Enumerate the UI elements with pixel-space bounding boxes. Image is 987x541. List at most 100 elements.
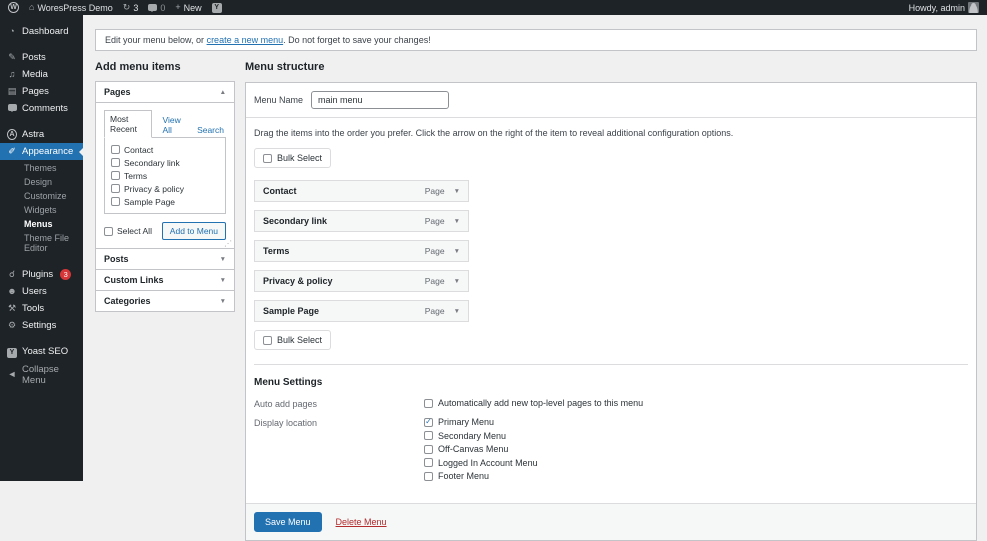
wordpress-logo-menu[interactable]: W (8, 2, 19, 13)
checkbox[interactable] (424, 458, 433, 467)
users-icon: ☻ (7, 286, 17, 296)
checkbox[interactable] (263, 335, 272, 345)
updates-menu[interactable]: ↻ 3 (123, 3, 139, 13)
yoast-adminbar-menu[interactable]: Y (211, 2, 222, 13)
location-checkbox-footer-menu[interactable]: Footer Menu (424, 471, 538, 481)
auto-add-pages-checkbox[interactable]: Automatically add new top-level pages to… (424, 398, 643, 408)
home-icon: ⌂ (29, 2, 35, 12)
media-icon: ♫ (8, 69, 16, 79)
location-checkbox-primary-menu[interactable]: Primary Menu (424, 417, 538, 427)
chevron-down-icon: ▼ (219, 255, 226, 263)
checkbox[interactable] (111, 171, 120, 180)
settings-icon: ⚙ (7, 320, 17, 330)
submenu-item-design[interactable]: Design (0, 175, 83, 189)
sidebar-item-plugins[interactable]: ☌ Plugins 3 (0, 266, 83, 283)
expand-item-icon[interactable]: ▼ (454, 218, 460, 225)
sidebar-item-posts[interactable]: ✎ Posts (0, 49, 83, 66)
checkbox[interactable] (424, 431, 433, 440)
sidebar-item-tools[interactable]: ⚒ Tools (0, 300, 83, 317)
tab-search[interactable]: Search (195, 122, 226, 138)
menu-items-list: Contact Page ▼ Secondary link Page ▼ Ter… (254, 180, 968, 322)
sidebar-item-settings[interactable]: ⚙ Settings (0, 317, 83, 334)
submenu-item-themes[interactable]: Themes (0, 161, 83, 175)
add-menu-items-column: Add menu items Pages ▲ Most Recent View … (95, 55, 235, 541)
submenu-item-menus[interactable]: Menus (0, 217, 83, 231)
collapse-icon: ◄ (7, 369, 17, 379)
select-all-checkbox[interactable]: Select All (104, 225, 152, 238)
page-checkbox-secondary-link[interactable]: Secondary link (111, 156, 219, 169)
location-checkbox-secondary-menu[interactable]: Secondary Menu (424, 431, 538, 441)
page-checkbox-contact[interactable]: Contact (111, 143, 219, 156)
menu-item-privacy-policy[interactable]: Privacy & policy Page ▼ (254, 270, 469, 292)
chevron-down-icon: ▼ (219, 276, 226, 284)
yoast-icon: Y (211, 2, 222, 13)
comments-menu[interactable]: 0 (148, 3, 165, 13)
new-content-menu[interactable]: + New (175, 3, 201, 13)
site-name-menu[interactable]: ⌂ WoresPress Demo (29, 3, 113, 13)
comments-icon (7, 103, 17, 114)
updates-icon: ↻ (122, 2, 131, 12)
accordion-custom-links[interactable]: Custom Links ▼ (95, 269, 235, 291)
add-to-menu-button[interactable]: Add to Menu (161, 222, 226, 240)
appearance-submenu: Themes Design Customize Widgets Menus Th… (0, 160, 83, 257)
location-checkbox-logged-in-account-menu[interactable]: Logged In Account Menu (424, 458, 538, 468)
tab-most-recent[interactable]: Most Recent (104, 110, 153, 138)
tab-view-all[interactable]: View All (160, 112, 187, 138)
page-checkbox-sample-page[interactable]: Sample Page (111, 195, 219, 208)
resize-grip[interactable]: ⋰ (224, 240, 232, 248)
expand-item-icon[interactable]: ▼ (454, 188, 460, 195)
accordion-posts[interactable]: Posts ▼ (95, 248, 235, 270)
checkbox[interactable] (424, 471, 433, 481)
chevron-up-icon: ▲ (219, 88, 226, 96)
save-menu-button[interactable]: Save Menu (254, 512, 322, 532)
bulk-select-bottom[interactable]: Bulk Select (254, 330, 332, 350)
sidebar-item-astra[interactable]: A Astra (0, 126, 83, 143)
menu-settings-title: Menu Settings (254, 377, 323, 388)
checkbox[interactable] (424, 398, 433, 408)
expand-item-icon[interactable]: ▼ (454, 308, 460, 315)
checkbox[interactable] (424, 444, 433, 454)
page-checkbox-terms[interactable]: Terms (111, 169, 219, 182)
sidebar-item-comments[interactable]: Comments (0, 100, 83, 117)
checkbox[interactable] (111, 145, 120, 154)
sidebar-item-collapse-menu[interactable]: ◄ Collapse Menu (0, 361, 83, 389)
wordpress-logo-icon: W (8, 2, 19, 13)
menu-item-contact[interactable]: Contact Page ▼ (254, 180, 469, 202)
bulk-select-top[interactable]: Bulk Select (254, 148, 332, 168)
page-checkbox-privacy-policy[interactable]: Privacy & policy (111, 182, 219, 195)
site-name: WoresPress Demo (37, 2, 113, 13)
menu-item-terms[interactable]: Terms Page ▼ (254, 240, 469, 262)
checkbox[interactable] (424, 417, 433, 427)
astra-icon: A (7, 129, 17, 140)
expand-item-icon[interactable]: ▼ (454, 278, 460, 285)
menu-structure-panel: Menu Name Drag the items into the order … (245, 82, 977, 541)
sidebar-item-media[interactable]: ♫ Media (0, 66, 83, 83)
menu-structure-column: Menu structure Menu Name Drag the items … (245, 55, 977, 541)
checkbox[interactable] (111, 184, 120, 193)
create-new-menu-link[interactable]: create a new menu (207, 35, 284, 45)
submenu-item-customize[interactable]: Customize (0, 189, 83, 203)
delete-menu-link[interactable]: Delete Menu (336, 517, 387, 527)
menu-item-sample-page[interactable]: Sample Page Page ▼ (254, 300, 469, 322)
sidebar-item-users[interactable]: ☻ Users (0, 283, 83, 300)
tools-icon: ⚒ (7, 303, 17, 313)
checkbox[interactable] (263, 153, 272, 163)
location-checkbox-off-canvas-menu[interactable]: Off-Canvas Menu (424, 444, 538, 454)
sidebar-item-pages[interactable]: ▤ Pages (0, 83, 83, 100)
main-content: Edit your menu below, or create a new me… (83, 15, 987, 541)
menu-name-label: Menu Name (254, 95, 304, 105)
submenu-item-theme-file-editor[interactable]: Theme File Editor (0, 231, 83, 255)
checkbox[interactable] (111, 197, 120, 206)
my-account-menu[interactable]: Howdy, admin (909, 2, 979, 13)
accordion-pages[interactable]: Pages ▲ (95, 81, 235, 103)
sidebar-item-dashboard[interactable]: ◔ Dashboard (0, 23, 83, 40)
checkbox[interactable] (111, 158, 120, 167)
expand-item-icon[interactable]: ▼ (454, 248, 460, 255)
sidebar-item-yoast-seo[interactable]: Y Yoast SEO (0, 343, 83, 361)
menu-name-input[interactable] (311, 91, 450, 109)
submenu-item-widgets[interactable]: Widgets (0, 203, 83, 217)
checkbox[interactable] (104, 226, 113, 236)
sidebar-item-appearance[interactable]: ✐ Appearance (0, 143, 83, 160)
accordion-categories[interactable]: Categories ▼ (95, 290, 235, 312)
menu-item-secondary-link[interactable]: Secondary link Page ▼ (254, 210, 469, 232)
